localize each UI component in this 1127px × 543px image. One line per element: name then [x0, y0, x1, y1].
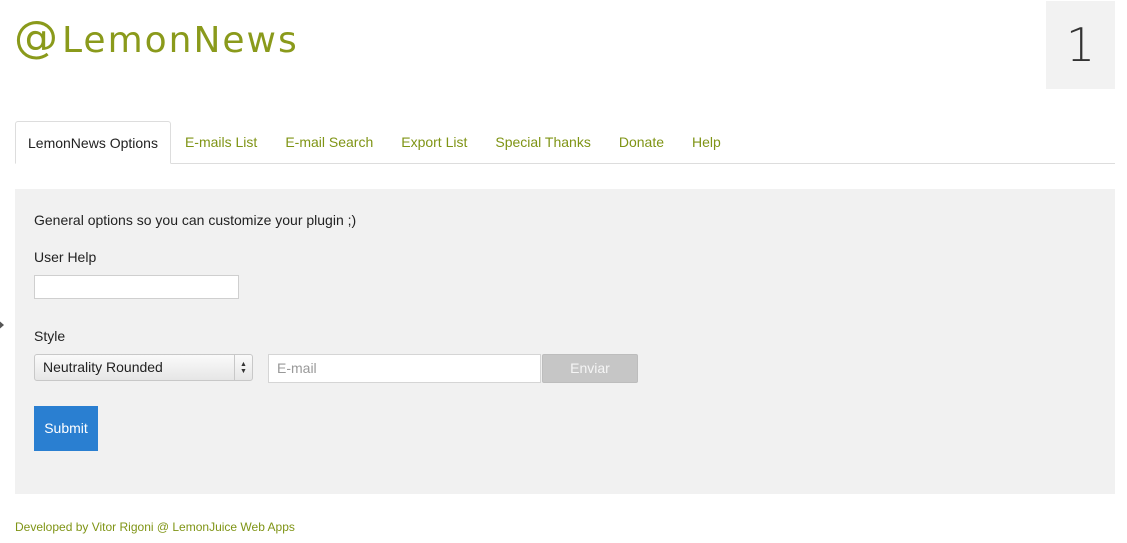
- email-input[interactable]: E-mail: [268, 354, 541, 383]
- tab-lemonnews-options[interactable]: LemonNews Options: [15, 121, 171, 164]
- style-select-value: Neutrality Rounded: [43, 359, 163, 375]
- logo-text: LemonNews: [62, 19, 299, 61]
- count-badge: 1: [1046, 1, 1115, 89]
- style-select[interactable]: Neutrality Rounded ▲ ▼: [34, 354, 253, 381]
- at-sign-icon: @: [14, 12, 58, 63]
- user-help-label: User Help: [34, 249, 97, 265]
- options-panel: General options so you can customize you…: [15, 189, 1115, 494]
- lemonnews-logo: @ LemonNews: [14, 12, 299, 63]
- page: @ LemonNews 1 LemonNews Options E-mails …: [0, 0, 1127, 543]
- tab-special-thanks[interactable]: Special Thanks: [481, 121, 604, 163]
- user-help-input[interactable]: [34, 275, 239, 299]
- tab-export-list[interactable]: Export List: [387, 121, 481, 163]
- tab-bar: LemonNews Options E-mails List E-mail Se…: [15, 121, 1115, 164]
- tab-emails-list[interactable]: E-mails List: [171, 121, 271, 163]
- enviar-button[interactable]: Enviar: [542, 354, 638, 383]
- footer-credit-link[interactable]: Developed by Vitor Rigoni @ LemonJuice W…: [15, 520, 295, 534]
- collapse-arrow-icon[interactable]: [0, 318, 4, 332]
- submit-button[interactable]: Submit: [34, 406, 98, 451]
- style-label: Style: [34, 328, 66, 344]
- tab-email-search[interactable]: E-mail Search: [271, 121, 387, 163]
- select-arrows-icon: ▲ ▼: [234, 355, 252, 380]
- tab-help[interactable]: Help: [678, 121, 735, 163]
- tab-donate[interactable]: Donate: [605, 121, 678, 163]
- panel-description: General options so you can customize you…: [34, 212, 357, 228]
